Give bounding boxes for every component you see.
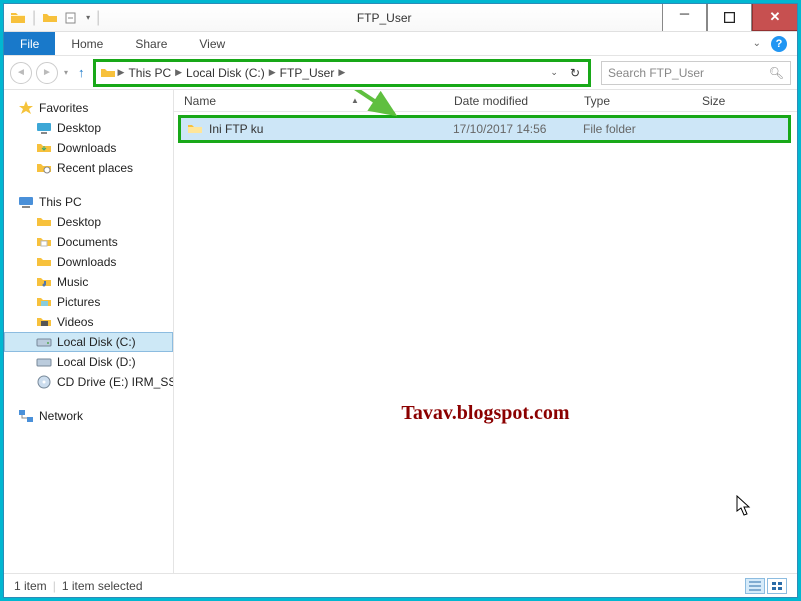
sidebar-item-downloads[interactable]: Downloads <box>4 138 173 158</box>
sidebar-item-desktop[interactable]: Desktop <box>4 118 173 138</box>
sidebar-item-music[interactable]: Music <box>4 272 173 292</box>
file-list[interactable]: Ini FTP ku 17/10/2017 14:56 File folder … <box>174 112 797 573</box>
drive-icon <box>36 354 52 370</box>
file-name: Ini FTP ku <box>209 122 263 136</box>
column-size[interactable]: Size <box>702 94 797 108</box>
sidebar-item-desktop[interactable]: Desktop <box>4 212 173 232</box>
folder-small-icon[interactable] <box>42 10 58 26</box>
divider: | <box>96 9 100 27</box>
quick-access-toolbar: | ▾ | <box>4 4 106 31</box>
recent-locations-icon[interactable]: ▾ <box>62 68 70 77</box>
documents-icon <box>36 234 52 250</box>
breadcrumb-local-disk-c[interactable]: Local Disk (C:) <box>184 66 267 80</box>
sidebar-item-downloads[interactable]: Downloads <box>4 252 173 272</box>
close-button[interactable]: ✕ <box>752 4 797 31</box>
favorites-group: Favorites Desktop Downloads Recent place… <box>4 98 173 178</box>
column-type[interactable]: Type <box>584 94 702 108</box>
sidebar-item-cd-drive[interactable]: CD Drive (E:) IRM_SS <box>4 372 173 392</box>
breadcrumb-ftp-user[interactable]: FTP_User <box>278 66 337 80</box>
details-view-button[interactable] <box>745 578 765 594</box>
divider: | <box>32 9 36 27</box>
search-input[interactable]: Search FTP_User 🔍︎ <box>601 61 791 85</box>
this-pc-group: This PC Desktop Documents Downloads Musi… <box>4 192 173 392</box>
sidebar-item-local-disk-d[interactable]: Local Disk (D:) <box>4 352 173 372</box>
back-button[interactable]: ◄ <box>10 62 32 84</box>
file-explorer-window: | ▾ | FTP_User ─ ✕ File Home Share View … <box>3 3 798 598</box>
breadcrumb-this-pc[interactable]: This PC <box>126 66 173 80</box>
watermark-text: Tavav.blogspot.com <box>174 402 797 425</box>
refresh-icon[interactable]: ↻ <box>566 66 584 80</box>
computer-icon <box>18 194 34 210</box>
window-title: FTP_User <box>106 4 662 31</box>
cursor-icon <box>736 495 752 517</box>
status-item-count: 1 item <box>14 579 47 593</box>
chevron-right-icon[interactable]: ▶ <box>118 67 125 78</box>
sidebar-favorites[interactable]: Favorites <box>4 98 173 118</box>
maximize-button[interactable] <box>707 4 752 31</box>
divider: | <box>53 579 56 593</box>
chevron-down-icon[interactable]: ▾ <box>86 13 90 22</box>
file-date: 17/10/2017 14:56 <box>453 122 583 136</box>
folder-icon <box>100 65 116 81</box>
pictures-icon <box>36 294 52 310</box>
properties-dropdown-icon[interactable] <box>64 10 80 26</box>
sidebar-network[interactable]: Network <box>4 406 173 426</box>
expand-ribbon-icon[interactable]: ⌄ <box>753 38 761 49</box>
chevron-right-icon[interactable]: ▶ <box>175 67 182 78</box>
window-controls: ─ ✕ <box>662 4 797 31</box>
navigation-bar: ◄ ► ▾ ↑ ▶ This PC ▶ Local Disk (C:) ▶ FT… <box>4 56 797 90</box>
downloads-icon <box>36 140 52 156</box>
desktop-icon <box>36 120 52 136</box>
downloads-icon <box>36 254 52 270</box>
sidebar-item-documents[interactable]: Documents <box>4 232 173 252</box>
folder-icon <box>10 10 26 26</box>
share-tab[interactable]: Share <box>119 32 183 55</box>
sidebar-this-pc[interactable]: This PC <box>4 192 173 212</box>
folder-icon <box>36 214 52 230</box>
sidebar-item-recent-places[interactable]: Recent places <box>4 158 173 178</box>
navigation-pane: Favorites Desktop Downloads Recent place… <box>4 90 174 573</box>
column-date-modified[interactable]: Date modified <box>454 94 584 108</box>
column-headers: Name▲ Date modified Type Size <box>174 90 797 112</box>
chevron-right-icon[interactable]: ▶ <box>338 67 345 78</box>
chevron-right-icon[interactable]: ▶ <box>269 67 276 78</box>
titlebar: | ▾ | FTP_User ─ ✕ <box>4 4 797 32</box>
status-bar: 1 item | 1 item selected <box>4 573 797 597</box>
minimize-button[interactable]: ─ <box>662 4 707 31</box>
network-icon <box>18 408 34 424</box>
search-icon: 🔍︎ <box>769 66 784 80</box>
table-row[interactable]: Ini FTP ku 17/10/2017 14:56 File folder <box>181 118 788 140</box>
file-type: File folder <box>583 122 701 136</box>
videos-icon <box>36 314 52 330</box>
recent-icon <box>36 160 52 176</box>
network-group: Network <box>4 406 173 426</box>
drive-icon <box>36 334 52 350</box>
disc-icon <box>36 374 52 390</box>
view-tab[interactable]: View <box>183 32 241 55</box>
up-button[interactable]: ↑ <box>74 65 89 80</box>
sidebar-item-local-disk-c[interactable]: Local Disk (C:) <box>4 332 173 352</box>
help-icon[interactable]: ? <box>771 36 787 52</box>
address-bar[interactable]: ▶ This PC ▶ Local Disk (C:) ▶ FTP_User ▶… <box>93 59 591 87</box>
star-icon <box>18 100 34 116</box>
sidebar-item-pictures[interactable]: Pictures <box>4 292 173 312</box>
column-name[interactable]: Name▲ <box>184 94 454 108</box>
home-tab[interactable]: Home <box>55 32 119 55</box>
file-tab[interactable]: File <box>4 32 55 55</box>
file-list-pane: Name▲ Date modified Type Size Ini FTP ku… <box>174 90 797 573</box>
ribbon-tabs: File Home Share View ⌄ ? <box>4 32 797 56</box>
forward-button[interactable]: ► <box>36 62 58 84</box>
search-placeholder: Search FTP_User <box>608 66 704 80</box>
address-dropdown-icon[interactable]: ⌄ <box>544 67 564 78</box>
music-icon <box>36 274 52 290</box>
view-switcher <box>745 578 787 594</box>
sidebar-item-videos[interactable]: Videos <box>4 312 173 332</box>
icons-view-button[interactable] <box>767 578 787 594</box>
highlight-annotation: Ini FTP ku 17/10/2017 14:56 File folder <box>178 115 791 143</box>
folder-icon <box>187 121 203 137</box>
status-selected-count: 1 item selected <box>62 579 143 593</box>
